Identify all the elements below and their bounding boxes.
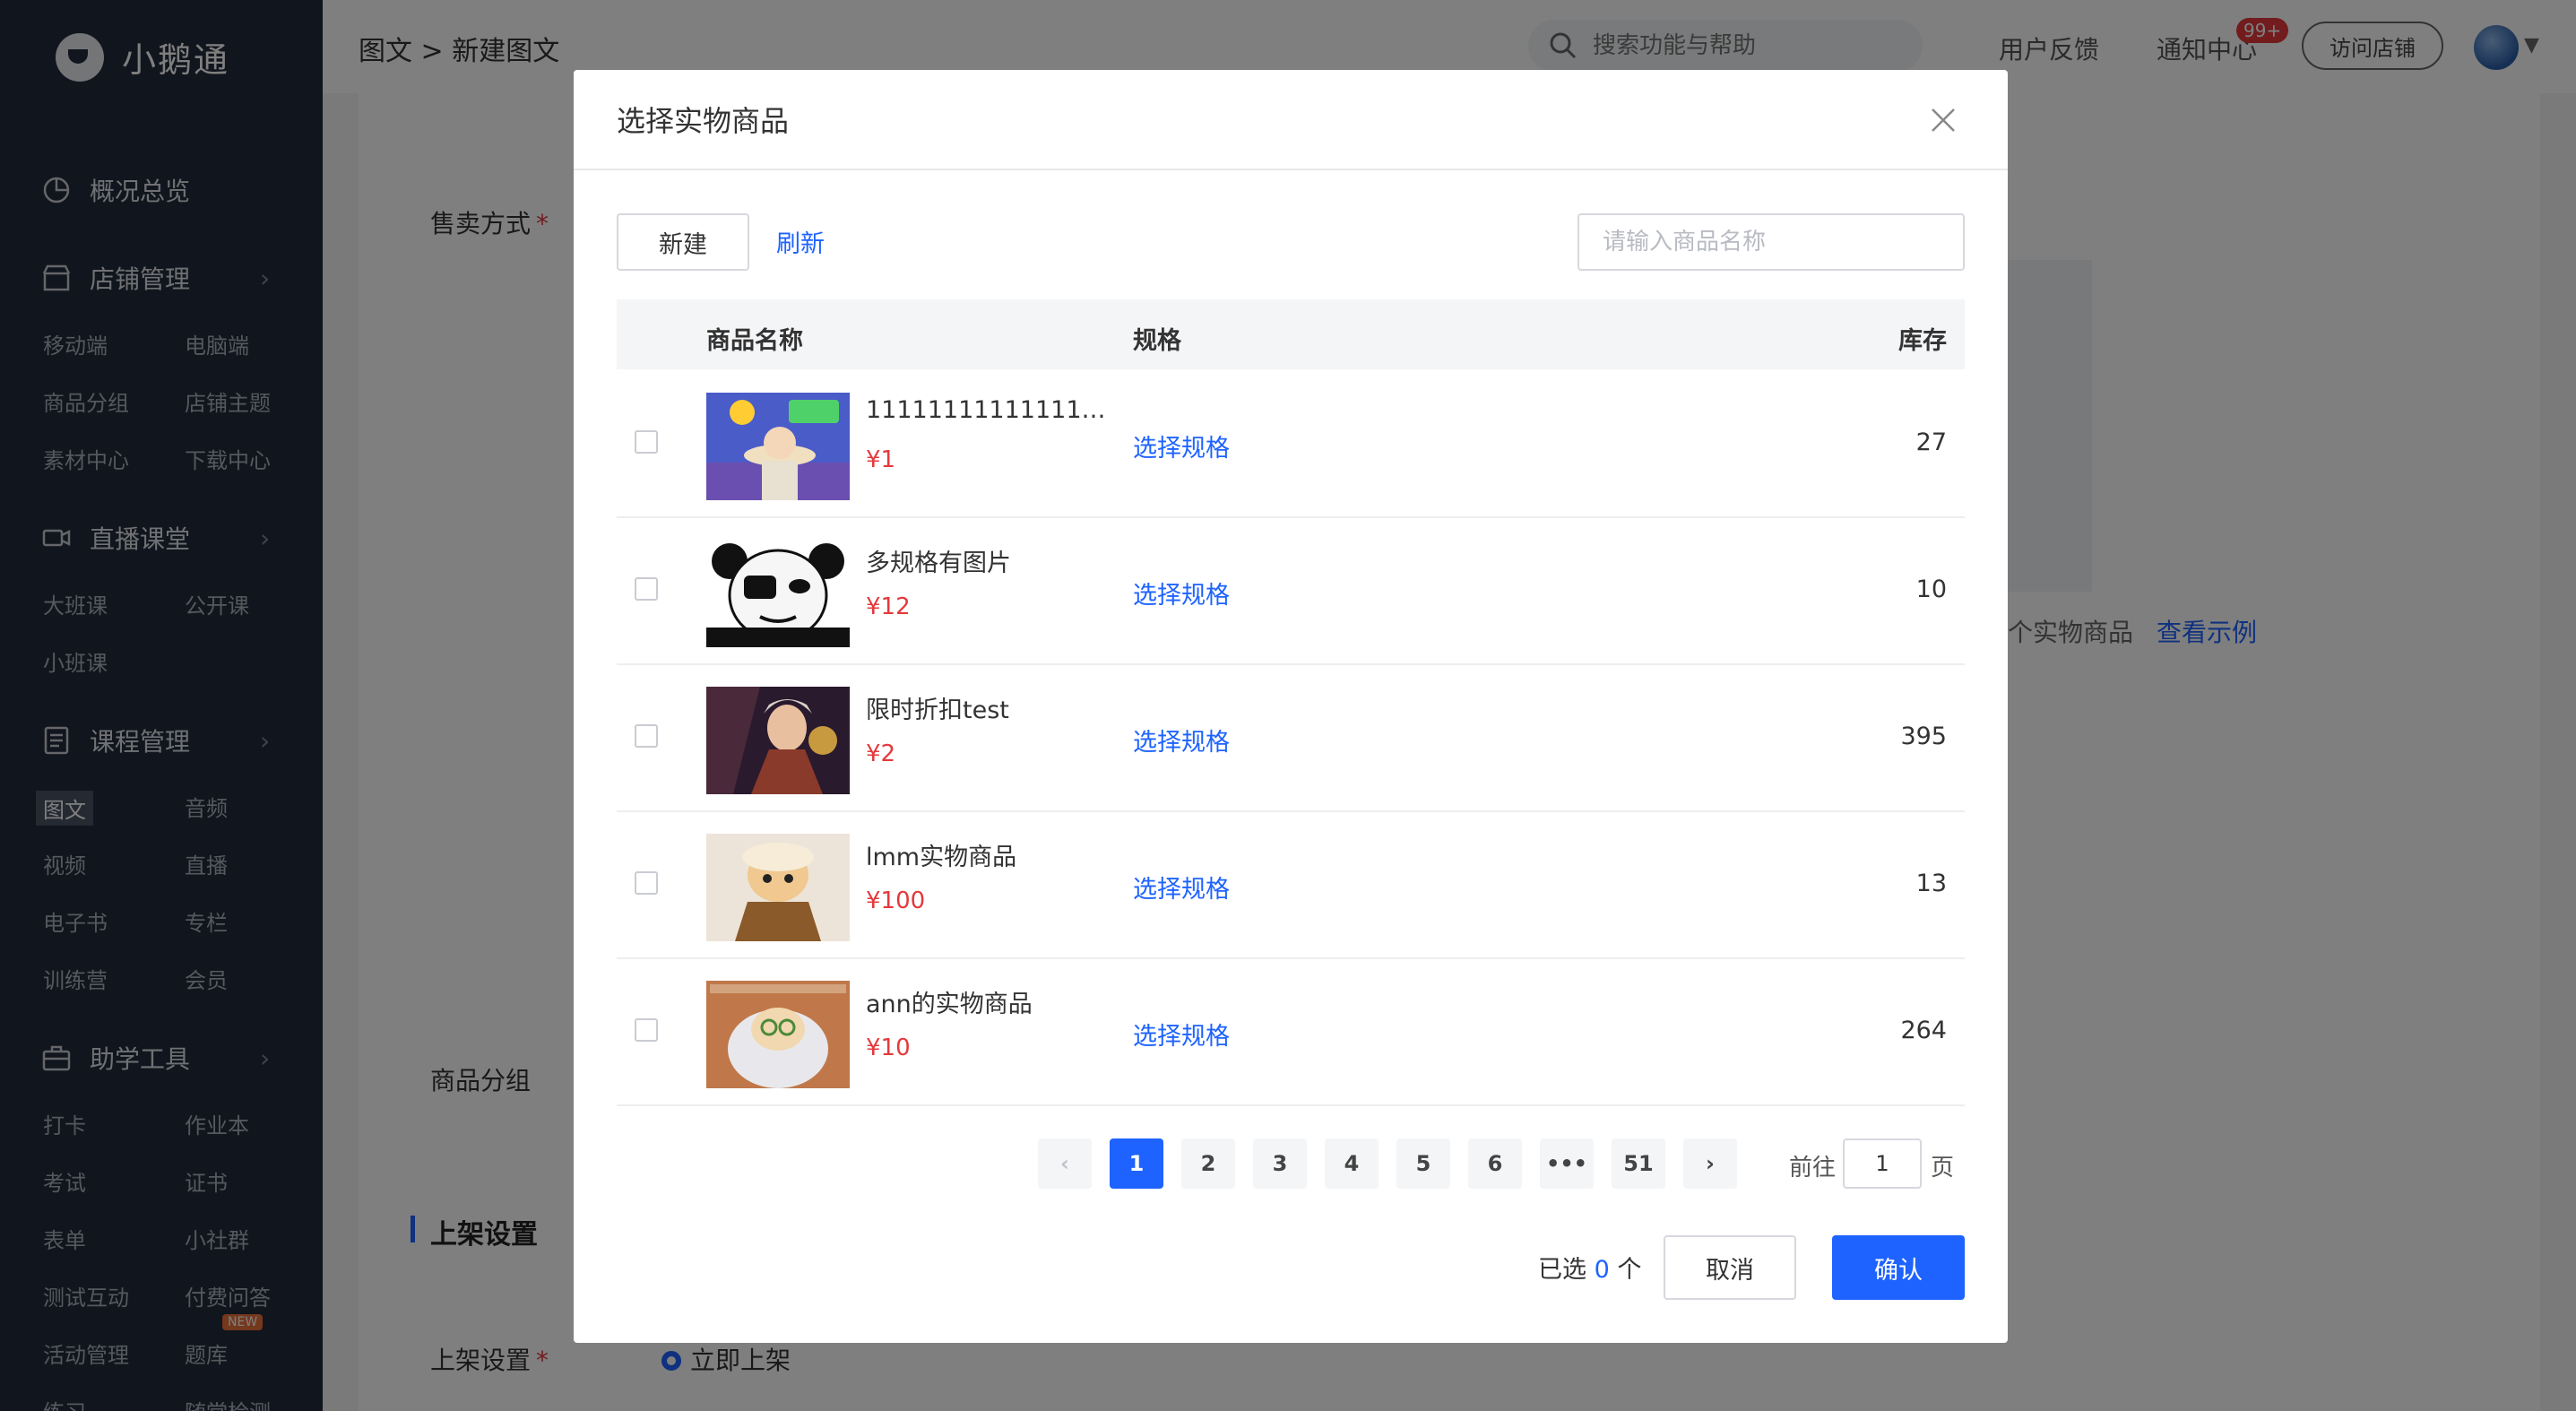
panda-meme-thumbnail bbox=[706, 540, 850, 647]
column-header-stock: 库存 bbox=[1898, 327, 1947, 355]
product-thumbnail bbox=[706, 393, 850, 500]
next-page-button[interactable]: › bbox=[1683, 1138, 1737, 1189]
column-header-name: 商品名称 bbox=[706, 327, 803, 355]
product-name: 1111111111111111111111 bbox=[866, 396, 1108, 424]
close-icon[interactable] bbox=[1925, 102, 1961, 138]
select-spec-link[interactable]: 选择规格 bbox=[1133, 576, 1230, 610]
page-ellipsis[interactable]: ••• bbox=[1540, 1138, 1594, 1189]
row-checkbox[interactable] bbox=[635, 871, 658, 895]
page-button-4[interactable]: 4 bbox=[1325, 1138, 1379, 1189]
dialog-divider bbox=[574, 169, 2008, 170]
goto-page-input[interactable] bbox=[1843, 1138, 1922, 1189]
selected-count: 0 bbox=[1594, 1256, 1610, 1284]
row-checkbox[interactable] bbox=[635, 577, 658, 601]
product-price: ¥2 bbox=[866, 740, 896, 767]
select-spec-link[interactable]: 选择规格 bbox=[1133, 428, 1230, 463]
product-name: ann的实物商品 bbox=[866, 991, 1033, 1018]
product-price: ¥1 bbox=[866, 446, 896, 473]
page-button-1[interactable]: 1 bbox=[1110, 1138, 1163, 1189]
cat-sleep-thumbnail bbox=[706, 981, 850, 1088]
table-row: ann的实物商品 ¥10 选择规格 264 bbox=[617, 957, 1965, 1106]
product-price: ¥10 bbox=[866, 1034, 911, 1061]
product-price: ¥12 bbox=[866, 593, 911, 620]
product-thumbnail bbox=[706, 981, 850, 1088]
table-row: 1111111111111111111111 ¥1 选择规格 27 bbox=[617, 369, 1965, 518]
selected-count-info: 已选 0 个 bbox=[1538, 1256, 1642, 1284]
page-unit-label: 页 bbox=[1931, 1155, 1955, 1182]
product-thumbnail bbox=[706, 834, 850, 941]
select-spec-link[interactable]: 选择规格 bbox=[1133, 1017, 1230, 1052]
refresh-link[interactable]: 刷新 bbox=[776, 224, 825, 259]
product-stock: 10 bbox=[1915, 576, 1947, 603]
confirm-button[interactable]: 确认 bbox=[1832, 1235, 1965, 1300]
column-header-spec: 规格 bbox=[1133, 327, 1181, 355]
product-stock: 13 bbox=[1915, 870, 1947, 897]
row-checkbox[interactable] bbox=[635, 1018, 658, 1042]
page-button-51[interactable]: 51 bbox=[1612, 1138, 1665, 1189]
dialog-title: 选择实物商品 bbox=[617, 104, 790, 138]
table-header: 商品名称 规格 库存 bbox=[617, 299, 1965, 369]
select-product-dialog: 选择实物商品 新建 刷新 商品名称 规格 库存 1111111111111111… bbox=[574, 70, 2008, 1343]
table-row: 多规格有图片 ¥12 选择规格 10 bbox=[617, 516, 1965, 665]
game-hero-thumbnail bbox=[706, 687, 850, 794]
table-row: 限时折扣test ¥2 选择规格 395 bbox=[617, 663, 1965, 812]
page-button-2[interactable]: 2 bbox=[1181, 1138, 1235, 1189]
select-spec-link[interactable]: 选择规格 bbox=[1133, 723, 1230, 757]
page-button-6[interactable]: 6 bbox=[1468, 1138, 1522, 1189]
product-name: lmm实物商品 bbox=[866, 844, 1017, 871]
select-spec-link[interactable]: 选择规格 bbox=[1133, 870, 1230, 905]
cat-costume-thumbnail bbox=[706, 834, 850, 941]
row-checkbox[interactable] bbox=[635, 430, 658, 454]
product-price: ¥100 bbox=[866, 887, 926, 914]
table-row: lmm实物商品 ¥100 选择规格 13 bbox=[617, 810, 1965, 959]
product-stock: 27 bbox=[1915, 428, 1947, 456]
page-button-5[interactable]: 5 bbox=[1396, 1138, 1450, 1189]
new-product-button[interactable]: 新建 bbox=[617, 213, 749, 271]
product-name: 多规格有图片 bbox=[866, 550, 1011, 577]
prev-page-button[interactable]: ‹ bbox=[1038, 1138, 1092, 1189]
page-button-3[interactable]: 3 bbox=[1253, 1138, 1307, 1189]
product-thumbnail bbox=[706, 540, 850, 647]
product-name: 限时折扣test bbox=[866, 697, 1009, 724]
cancel-button[interactable]: 取消 bbox=[1664, 1235, 1796, 1300]
product-stock: 264 bbox=[1900, 1017, 1947, 1044]
product-name-search-input[interactable] bbox=[1578, 213, 1965, 271]
row-checkbox[interactable] bbox=[635, 724, 658, 748]
goto-label: 前往 bbox=[1789, 1155, 1837, 1182]
sun-girl-thumbnail bbox=[706, 393, 850, 500]
product-stock: 395 bbox=[1900, 723, 1947, 750]
product-thumbnail bbox=[706, 687, 850, 794]
